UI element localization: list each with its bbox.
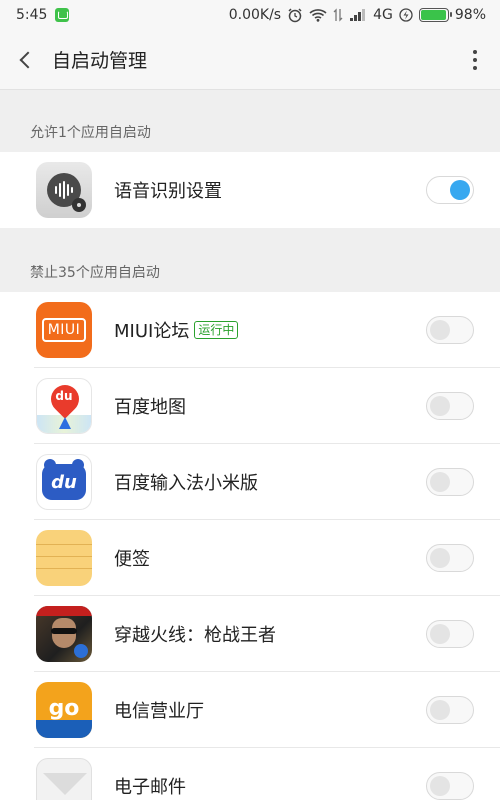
battery-icon xyxy=(418,8,452,22)
email-icon xyxy=(36,758,92,800)
status-time: 5:45 xyxy=(16,7,48,23)
wechat-notification-icon xyxy=(55,8,70,22)
app-name: 百度地图 xyxy=(114,397,186,418)
running-badge: 运行中 xyxy=(194,321,239,339)
more-vertical-icon xyxy=(473,49,477,54)
section-header-blocked: 禁止35个应用自启动 xyxy=(0,228,500,292)
list-item[interactable]: MIUI MIUI论坛 运行中 xyxy=(0,292,500,368)
section-header-allowed: 允许1个应用自启动 xyxy=(0,90,500,152)
data-transfer-icon xyxy=(333,8,343,22)
autostart-toggle[interactable] xyxy=(426,316,474,344)
baidu-input-icon: du xyxy=(36,454,92,510)
autostart-toggle[interactable] xyxy=(426,620,474,648)
autostart-toggle[interactable] xyxy=(426,176,474,204)
wifi-icon xyxy=(309,9,327,22)
alarm-icon xyxy=(288,8,302,23)
autostart-toggle[interactable] xyxy=(426,772,474,800)
list-item[interactable]: 穿越火线：枪战王者 xyxy=(0,596,500,672)
crossfire-game-icon xyxy=(36,606,92,662)
list-item[interactable]: 电子邮件 xyxy=(0,748,500,800)
app-name: MIUI论坛 运行中 xyxy=(114,317,239,343)
miui-forum-icon: MIUI xyxy=(36,302,92,358)
voice-recognition-settings-icon xyxy=(36,162,92,218)
autostart-toggle[interactable] xyxy=(426,544,474,572)
allowed-app-list: 语音识别设置 xyxy=(0,152,500,228)
network-speed: 0.00K/s xyxy=(228,7,282,23)
autostart-toggle[interactable] xyxy=(426,468,474,496)
autostart-toggle[interactable] xyxy=(426,696,474,724)
notes-icon xyxy=(36,530,92,586)
list-item[interactable]: 便签 xyxy=(0,520,500,596)
chevron-left-icon xyxy=(19,51,37,68)
app-name-text: MIUI论坛 xyxy=(114,321,190,342)
back-button[interactable] xyxy=(0,30,50,90)
app-name: 便签 xyxy=(114,549,150,570)
app-name: 电子邮件 xyxy=(114,777,186,798)
more-options-button[interactable] xyxy=(450,30,500,90)
baidu-map-icon: du xyxy=(36,378,92,434)
list-item[interactable]: 语音识别设置 xyxy=(0,152,500,228)
charging-icon xyxy=(399,8,413,22)
status-bar: 5:45 0.00K/s 4G 98% xyxy=(0,0,500,30)
app-name: 穿越火线：枪战王者 xyxy=(114,625,276,646)
app-name: 语音识别设置 xyxy=(114,181,222,202)
telecom-hall-icon: go xyxy=(36,682,92,738)
app-name: 百度输入法小米版 xyxy=(114,473,258,494)
list-item[interactable]: du 百度输入法小米版 xyxy=(0,444,500,520)
signal-icon xyxy=(350,9,366,21)
title-bar: 自启动管理 xyxy=(0,30,500,90)
list-item[interactable]: go 电信营业厅 xyxy=(0,672,500,748)
battery-percent: 98% xyxy=(454,7,486,23)
page-title: 自启动管理 xyxy=(52,50,148,72)
app-name: 电信营业厅 xyxy=(114,701,204,722)
network-type: 4G xyxy=(373,7,393,23)
list-item[interactable]: du 百度地图 xyxy=(0,368,500,444)
blocked-app-list: MIUI MIUI论坛 运行中 du 百度地图 du 百度输入法小米版 便签 穿… xyxy=(0,292,500,800)
autostart-toggle[interactable] xyxy=(426,392,474,420)
